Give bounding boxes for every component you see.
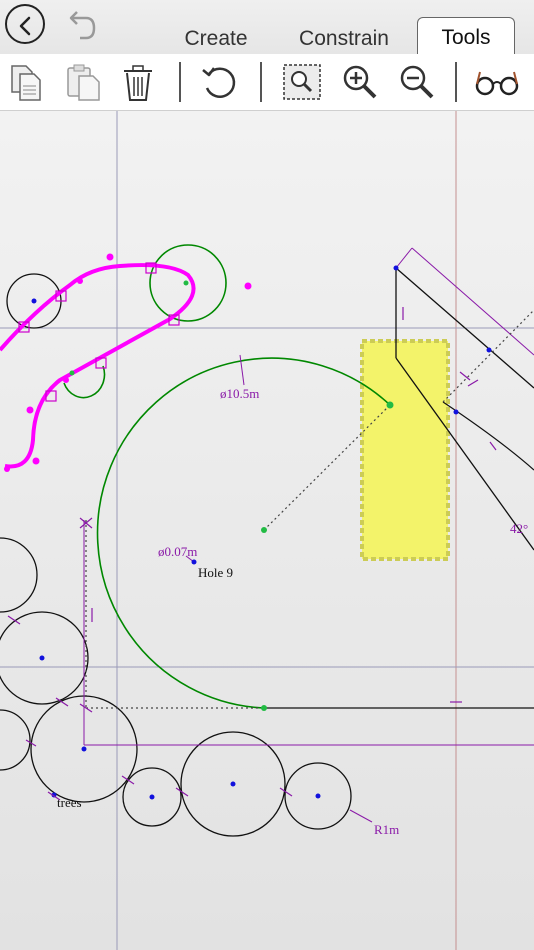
diameter-large-label[interactable]: ø10.5m: [220, 386, 259, 401]
angle-label[interactable]: 42°: [510, 521, 528, 536]
view-button[interactable]: [474, 62, 520, 102]
top-bar: Create Constrain Tools: [0, 0, 534, 54]
magenta-slot[interactable]: [0, 263, 196, 469]
sketch-drawing[interactable]: ø10.5m ø0.07m Hole 9 trees R1m 42°: [0, 111, 534, 950]
dimension-lines: [83, 247, 534, 823]
undo-icon: [69, 11, 96, 40]
toolbar: [0, 54, 534, 111]
zoom-window-icon: [283, 64, 321, 100]
zoom-out-icon: [400, 65, 434, 99]
radius-label[interactable]: R1m: [374, 822, 399, 837]
toolbar-separator: [455, 62, 457, 102]
rotate-button[interactable]: [199, 62, 239, 102]
trash-icon: [124, 65, 152, 101]
tab-constrain[interactable]: Constrain: [284, 24, 404, 54]
copy-button[interactable]: [6, 62, 46, 102]
back-button[interactable]: [5, 4, 45, 44]
chevron-left-icon: [19, 16, 31, 36]
selected-rectangle[interactable]: [360, 339, 450, 561]
diameter-small-label[interactable]: ø0.07m: [158, 544, 197, 559]
magenta-point-group[interactable]: [4, 253, 252, 473]
drawing-canvas[interactable]: ø10.5m ø0.07m Hole 9 trees R1m 42°: [0, 111, 534, 950]
hole-label[interactable]: Hole 9: [198, 565, 233, 580]
glasses-icon: [475, 71, 519, 96]
paste-icon: [67, 64, 100, 101]
green-arc-small[interactable]: [63, 365, 106, 399]
zoom-out-button[interactable]: [397, 62, 437, 102]
copy-icon: [11, 65, 41, 101]
construction-lines: [85, 309, 534, 709]
toolbar-separator: [260, 62, 262, 102]
constraint-markers: [18, 262, 180, 402]
tab-tools[interactable]: Tools: [417, 17, 515, 54]
zoom-in-icon: [343, 65, 377, 99]
zoom-in-button[interactable]: [340, 62, 380, 102]
green-point-group[interactable]: [69, 280, 394, 712]
zoom-window-button[interactable]: [282, 62, 322, 102]
delete-button[interactable]: [118, 62, 158, 102]
toolbar-separator: [179, 62, 181, 102]
undo-button[interactable]: [62, 6, 100, 44]
paste-button[interactable]: [63, 62, 103, 102]
tab-create[interactable]: Create: [166, 24, 266, 54]
trees-label[interactable]: trees: [57, 795, 82, 810]
large-arc[interactable]: [96, 357, 391, 709]
rotate-icon: [202, 67, 236, 98]
